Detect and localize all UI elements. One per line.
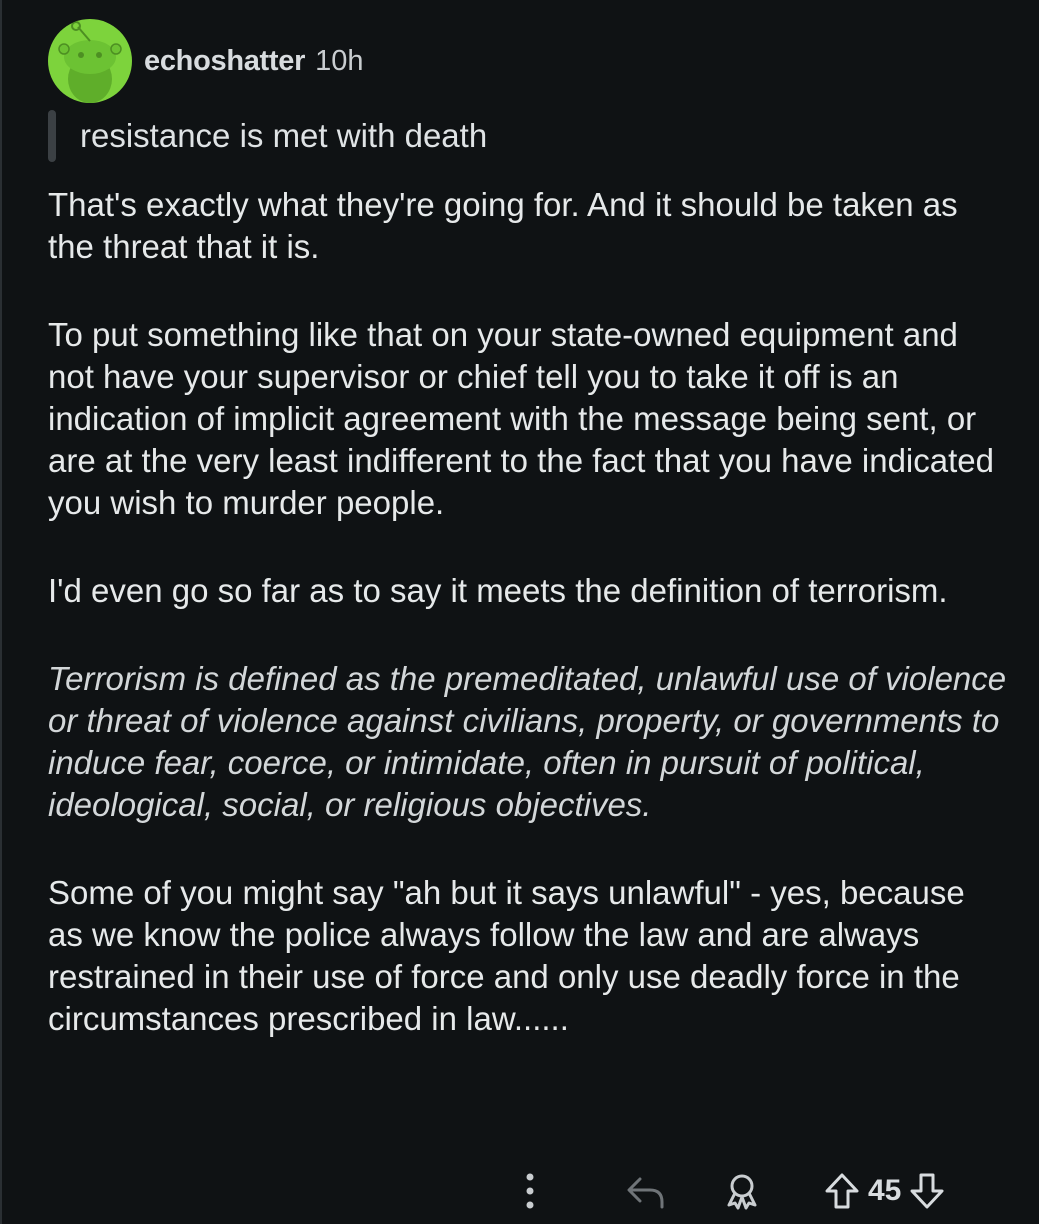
upvote-arrow-icon [825, 1173, 859, 1209]
comment-header: echoshatter 10h [48, 18, 1008, 104]
thread-line [0, 0, 2, 1224]
downvote-arrow-icon [910, 1173, 944, 1209]
more-options-button[interactable] [510, 1171, 550, 1211]
award-button[interactable] [712, 1171, 772, 1211]
comment-paragraph-5: Some of you might say "ah but it says un… [48, 874, 965, 1037]
comment: echoshatter 10h resistance is met with d… [48, 18, 1008, 1040]
blockquote: resistance is met with death [48, 108, 1008, 164]
downvote-button[interactable] [905, 1171, 949, 1211]
quote-text: resistance is met with death [80, 117, 488, 154]
comment-actions: 45 [500, 1166, 980, 1216]
comment-paragraph-3: I'd even go so far as to say it meets th… [48, 572, 948, 609]
reply-icon [627, 1177, 664, 1209]
award-icon [727, 1174, 757, 1210]
username[interactable]: echoshatter [144, 45, 305, 78]
timestamp: 10h [315, 44, 364, 77]
upvote-button[interactable] [820, 1171, 864, 1211]
snoo-avatar-icon [58, 21, 122, 103]
comment-paragraph-4-italic: Terrorism is defined as the premeditated… [48, 660, 1007, 823]
avatar[interactable] [48, 19, 132, 103]
comment-paragraph-1: That's exactly what they're going for. A… [48, 186, 958, 265]
more-vertical-icon [526, 1173, 534, 1209]
reply-button[interactable] [616, 1171, 676, 1211]
vote-score: 45 [868, 1174, 902, 1207]
comment-paragraph-2: To put something like that on your state… [48, 316, 994, 521]
quote-bar [48, 110, 56, 162]
